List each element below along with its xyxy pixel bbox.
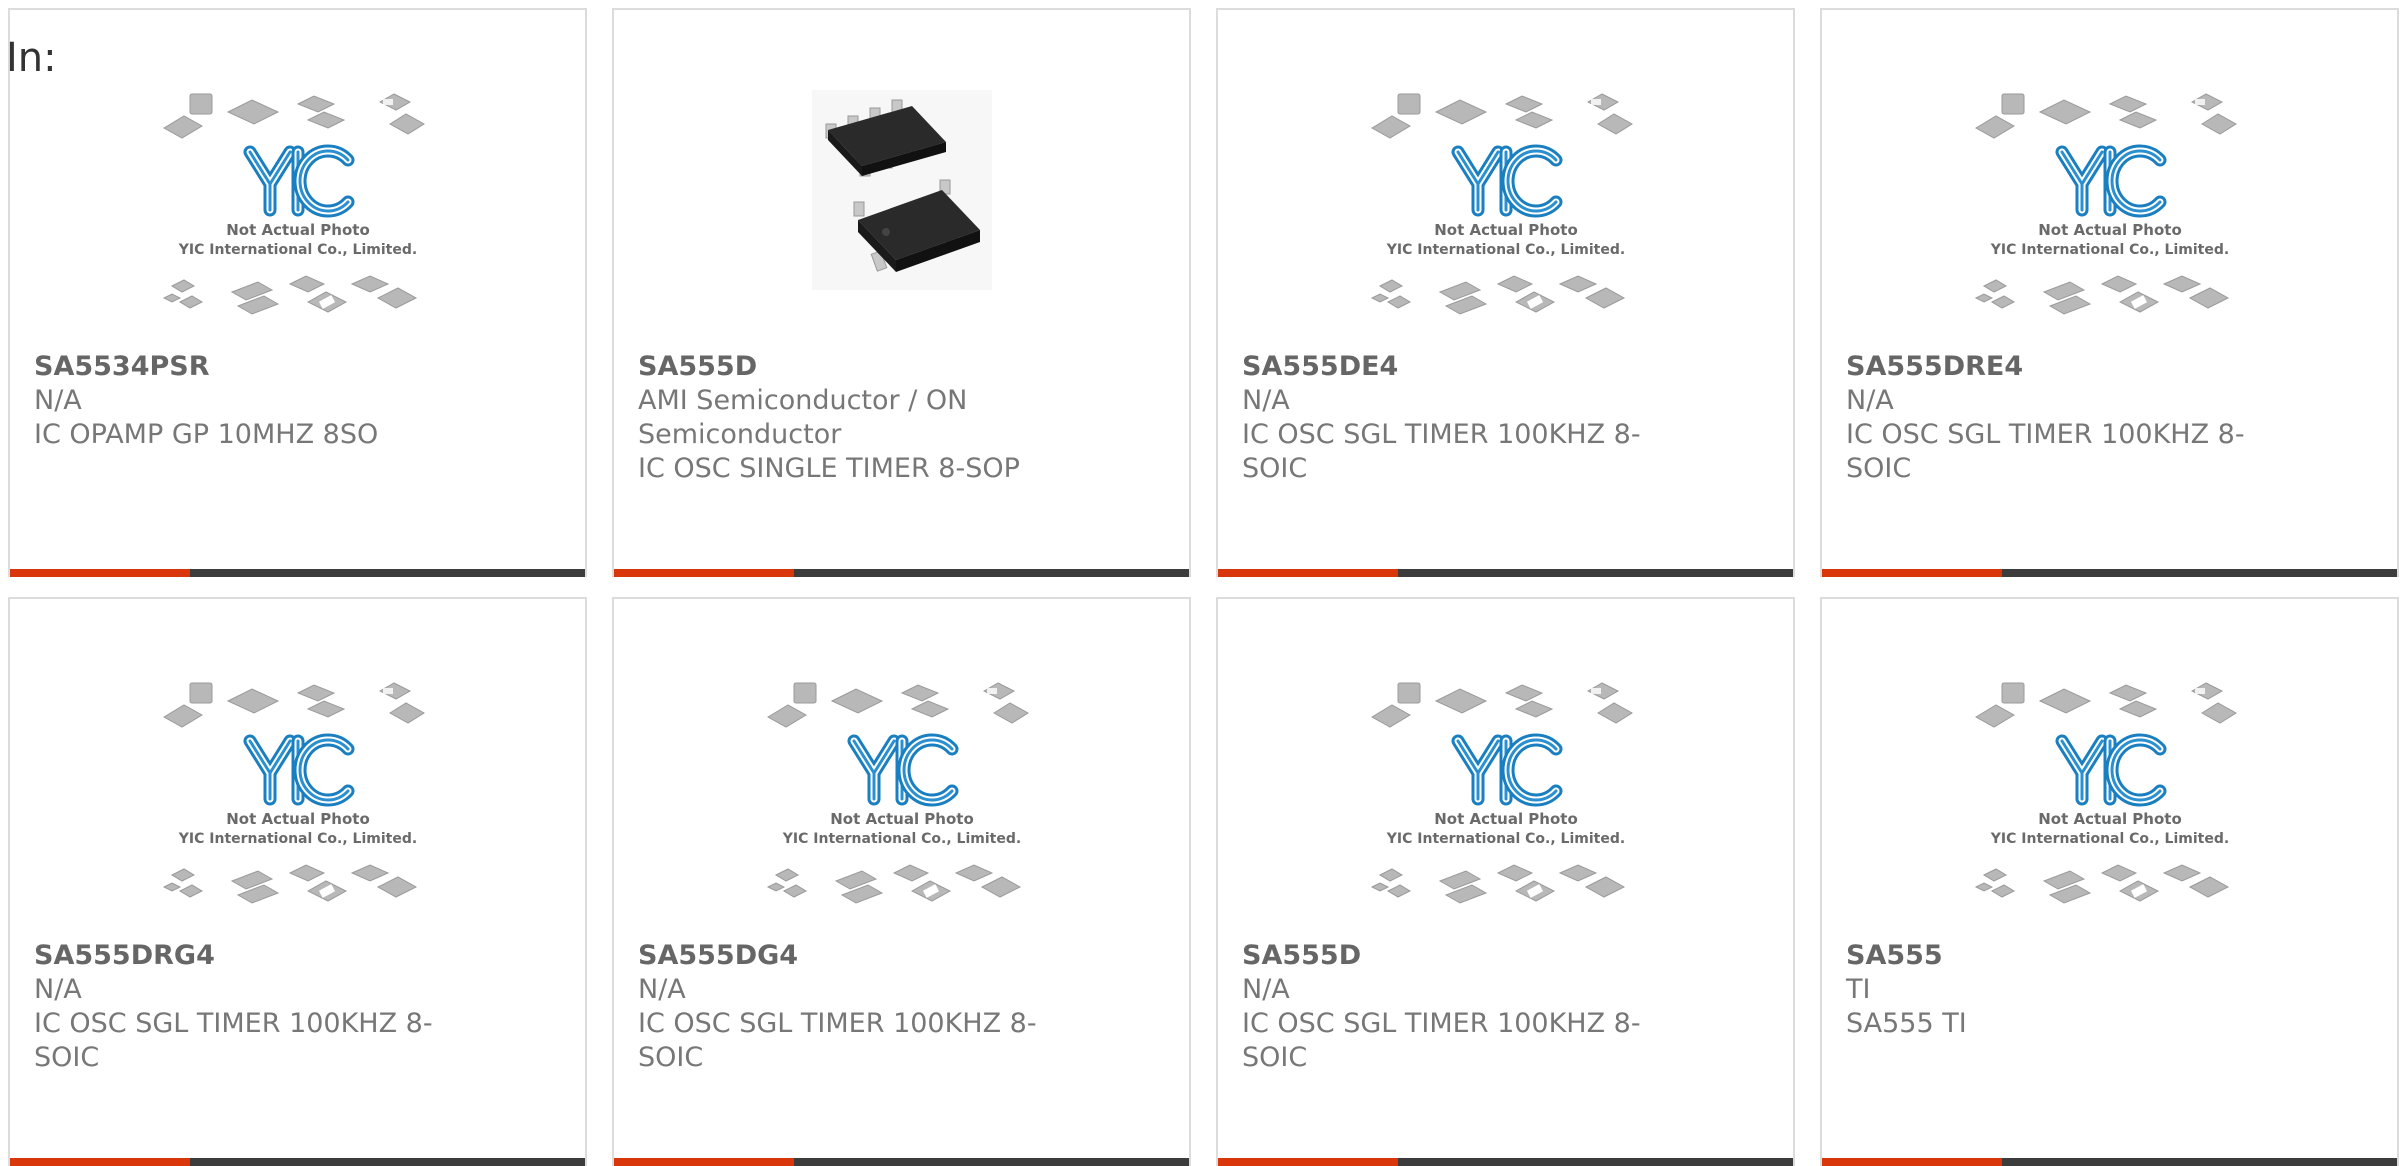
svg-text:YIC International Co., Limited: YIC International Co., Limited. — [781, 831, 1020, 847]
manufacturer: N/A — [638, 974, 686, 1005]
card-bottom-bar — [10, 1158, 585, 1166]
not-actual-photo-placeholder-icon: Not Actual Photo YIC International Co., … — [1366, 679, 1646, 939]
card-accent-bar — [1822, 1158, 2003, 1166]
card-bottom-bar — [614, 1158, 1189, 1166]
product-info: SA555DE4 N/A IC OSC SGL TIMER 100KHZ 8-S… — [1242, 350, 1662, 486]
card-accent-bar — [10, 569, 191, 577]
product-card[interactable]: Not Actual Photo YIC International Co., … — [612, 597, 1191, 1166]
product-description: IC OSC SGL TIMER 100KHZ 8-SOIC — [1846, 419, 2245, 484]
not-actual-photo-placeholder-icon: Not Actual Photo YIC International Co., … — [1366, 90, 1646, 350]
svg-text:Not Actual Photo: Not Actual Photo — [2038, 810, 2182, 828]
product-description: IC OSC SGL TIMER 100KHZ 8-SOIC — [638, 1008, 1037, 1073]
product-card[interactable]: Not Actual Photo YIC International Co., … — [8, 597, 587, 1166]
product-description: SA555 TI — [1846, 1008, 1967, 1039]
product-description: IC OSC SINGLE TIMER 8-SOP — [638, 453, 1020, 484]
svg-text:YIC International Co., Limited: YIC International Co., Limited. — [1385, 242, 1624, 258]
manufacturer: N/A — [1242, 974, 1290, 1005]
manufacturer: TI — [1846, 974, 1871, 1005]
product-grid: Not Actual Photo YIC International Co., … — [8, 8, 2399, 1166]
product-info: SA555 TI SA555 TI — [1846, 939, 2266, 1041]
product-info: SA555D AMI Semiconductor / ON Semiconduc… — [638, 350, 1058, 486]
part-number[interactable]: SA555D — [638, 350, 1058, 384]
manufacturer: N/A — [34, 385, 82, 416]
part-number[interactable]: SA555DE4 — [1242, 350, 1662, 384]
svg-text:YIC International Co., Limited: YIC International Co., Limited. — [177, 831, 416, 847]
card-bottom-bar — [1822, 569, 2397, 577]
product-info: SA5534PSR N/A IC OPAMP GP 10MHZ 8SO — [34, 350, 454, 452]
part-number[interactable]: SA555DRE4 — [1846, 350, 2266, 384]
svg-text:YIC International Co., Limited: YIC International Co., Limited. — [1989, 831, 2228, 847]
product-card[interactable]: SA555D AMI Semiconductor / ON Semiconduc… — [612, 8, 1191, 577]
not-actual-photo-placeholder-icon: Not Actual Photo YIC International Co., … — [1970, 679, 2250, 939]
product-info: SA555DRG4 N/A IC OSC SGL TIMER 100KHZ 8-… — [34, 939, 454, 1075]
card-bottom-bar — [1218, 1158, 1793, 1166]
product-card[interactable]: Not Actual Photo YIC International Co., … — [8, 8, 587, 577]
part-number[interactable]: SA555DG4 — [638, 939, 1058, 973]
manufacturer: AMI Semiconductor / ON Semiconductor — [638, 385, 968, 450]
svg-text:Not Actual Photo: Not Actual Photo — [1434, 810, 1578, 828]
card-bottom-bar — [1218, 569, 1793, 577]
filter-in-label: In: — [6, 35, 57, 81]
card-accent-bar — [1822, 569, 2003, 577]
not-actual-photo-placeholder-icon: Not Actual Photo YIC International Co., … — [158, 679, 438, 939]
card-accent-bar — [614, 1158, 795, 1166]
svg-text:Not Actual Photo: Not Actual Photo — [226, 221, 370, 239]
card-accent-bar — [1218, 1158, 1399, 1166]
product-description: IC OPAMP GP 10MHZ 8SO — [34, 419, 379, 450]
product-info: SA555D N/A IC OSC SGL TIMER 100KHZ 8-SOI… — [1242, 939, 1662, 1075]
part-number[interactable]: SA555D — [1242, 939, 1662, 973]
product-description: IC OSC SGL TIMER 100KHZ 8-SOIC — [1242, 419, 1641, 484]
not-actual-photo-placeholder-icon: Not Actual Photo YIC International Co., … — [1970, 90, 2250, 350]
product-info: SA555DG4 N/A IC OSC SGL TIMER 100KHZ 8-S… — [638, 939, 1058, 1075]
manufacturer: N/A — [34, 974, 82, 1005]
card-accent-bar — [614, 569, 795, 577]
part-number[interactable]: SA555 — [1846, 939, 2266, 973]
product-description: IC OSC SGL TIMER 100KHZ 8-SOIC — [1242, 1008, 1641, 1073]
not-actual-photo-placeholder-icon: Not Actual Photo YIC International Co., … — [762, 679, 1042, 939]
svg-text:Not Actual Photo: Not Actual Photo — [830, 810, 974, 828]
part-number[interactable]: SA555DRG4 — [34, 939, 454, 973]
manufacturer: N/A — [1846, 385, 1894, 416]
product-card[interactable]: Not Actual Photo YIC International Co., … — [1820, 8, 2399, 577]
product-card[interactable]: Not Actual Photo YIC International Co., … — [1216, 8, 1795, 577]
svg-text:YIC International Co., Limited: YIC International Co., Limited. — [1385, 831, 1624, 847]
card-bottom-bar — [614, 569, 1189, 577]
card-accent-bar — [10, 1158, 191, 1166]
product-card[interactable]: Not Actual Photo YIC International Co., … — [1216, 597, 1795, 1166]
card-bottom-bar — [1822, 1158, 2397, 1166]
card-accent-bar — [1218, 569, 1399, 577]
product-info: SA555DRE4 N/A IC OSC SGL TIMER 100KHZ 8-… — [1846, 350, 2266, 486]
svg-text:YIC International Co., Limited: YIC International Co., Limited. — [1989, 242, 2228, 258]
soic8-chip-icon — [762, 90, 1042, 350]
svg-text:YIC International Co., Limited: YIC International Co., Limited. — [177, 242, 416, 258]
product-description: IC OSC SGL TIMER 100KHZ 8-SOIC — [34, 1008, 433, 1073]
svg-text:Not Actual Photo: Not Actual Photo — [226, 810, 370, 828]
svg-text:Not Actual Photo: Not Actual Photo — [2038, 221, 2182, 239]
manufacturer: N/A — [1242, 385, 1290, 416]
product-card[interactable]: Not Actual Photo YIC International Co., … — [1820, 597, 2399, 1166]
svg-text:Not Actual Photo: Not Actual Photo — [1434, 221, 1578, 239]
part-number[interactable]: SA5534PSR — [34, 350, 454, 384]
not-actual-photo-placeholder-icon: Not Actual Photo YIC International Co., … — [158, 90, 438, 350]
card-bottom-bar — [10, 569, 585, 577]
